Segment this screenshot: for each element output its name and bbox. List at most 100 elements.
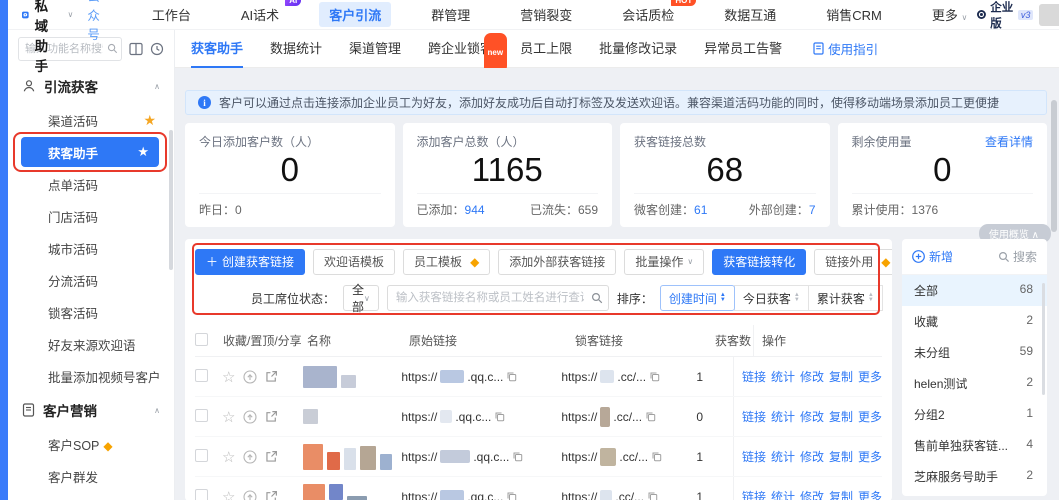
add-external-link-button[interactable]: 添加外部获客链接 bbox=[498, 249, 616, 275]
nav-sales-crm[interactable]: 销售CRM bbox=[816, 2, 892, 27]
favorite-star-icon[interactable]: ☆ bbox=[222, 408, 235, 426]
tab-data-statistics[interactable]: 数据统计 bbox=[270, 30, 322, 68]
action-copy[interactable]: 复制 bbox=[829, 408, 853, 425]
sidebar-scrollbar[interactable] bbox=[169, 130, 173, 270]
pin-top-icon[interactable] bbox=[243, 370, 257, 384]
row-checkbox[interactable] bbox=[195, 489, 208, 500]
tab-abnormal-staff-alert[interactable]: 异常员工告警 bbox=[704, 30, 782, 68]
group-item-presale[interactable]: 售前单独获客链...4 bbox=[902, 430, 1047, 461]
create-link-button[interactable]: ＋创建获客链接 bbox=[195, 249, 305, 275]
nav-more[interactable]: 更多 ∨ bbox=[922, 2, 978, 27]
avatar[interactable] bbox=[1039, 4, 1059, 26]
action-edit[interactable]: 修改 bbox=[800, 408, 824, 425]
tab-batch-modify-record[interactable]: 批量修改记录 bbox=[599, 30, 677, 68]
action-edit[interactable]: 修改 bbox=[800, 448, 824, 465]
group-item-all[interactable]: 全部68 bbox=[902, 275, 1047, 306]
sidebar-item-city-code[interactable]: 城市活码 bbox=[8, 232, 174, 264]
action-copy[interactable]: 复制 bbox=[829, 368, 853, 385]
view-details-link[interactable]: 查看详情 bbox=[985, 133, 1033, 150]
link-external-use-button[interactable]: 链接外用◆ bbox=[814, 249, 892, 275]
account-type-link[interactable]: 公众号 bbox=[87, 0, 100, 43]
pin-top-icon[interactable] bbox=[243, 410, 257, 424]
copy-icon[interactable] bbox=[506, 371, 517, 382]
action-copy[interactable]: 复制 bbox=[829, 488, 853, 500]
select-all-checkbox[interactable] bbox=[195, 333, 208, 346]
tab-cross-enterprise-lock[interactable]: 跨企业锁客new bbox=[428, 30, 493, 68]
tab-acquisition-assistant[interactable]: 获客助手 bbox=[191, 30, 243, 68]
tab-channel-management[interactable]: 渠道管理 bbox=[349, 30, 401, 68]
page-scrollbar[interactable] bbox=[1051, 100, 1057, 232]
copy-icon[interactable] bbox=[494, 411, 505, 422]
sort-today-acquired[interactable]: 今日获客▲▼ bbox=[734, 285, 809, 311]
action-link[interactable]: 链接 bbox=[742, 448, 766, 465]
sidebar-item-channel-code[interactable]: 渠道活码 ★ bbox=[8, 104, 174, 136]
sidebar-item-batch-video-customer[interactable]: 批量添加视频号客户 bbox=[8, 360, 174, 392]
brand[interactable]: 芝麻私域助手 ∨ bbox=[22, 0, 73, 75]
row-checkbox[interactable] bbox=[195, 409, 208, 422]
nav-data-interop[interactable]: 数据互通 bbox=[714, 2, 786, 27]
action-stats[interactable]: 统计 bbox=[771, 408, 795, 425]
action-edit[interactable]: 修改 bbox=[800, 488, 824, 500]
nav-workbench[interactable]: 工作台 bbox=[142, 2, 201, 27]
nav-customer-acquisition[interactable]: 客户引流 bbox=[319, 2, 391, 27]
action-edit[interactable]: 修改 bbox=[800, 368, 824, 385]
sidebar-item-split-code[interactable]: 分流活码 bbox=[8, 264, 174, 296]
groups-scrollbar[interactable] bbox=[1042, 283, 1045, 395]
share-icon[interactable] bbox=[265, 410, 278, 423]
action-link[interactable]: 链接 bbox=[742, 408, 766, 425]
action-more[interactable]: 更多 bbox=[858, 448, 882, 465]
action-stats[interactable]: 统计 bbox=[771, 448, 795, 465]
batch-operation-dropdown[interactable]: 批量操作∨ bbox=[624, 249, 704, 275]
sidebar-item-customer-sop[interactable]: 客户SOP◆ bbox=[8, 428, 174, 460]
row-checkbox[interactable] bbox=[195, 369, 208, 382]
action-more[interactable]: 更多 bbox=[858, 368, 882, 385]
action-link[interactable]: 链接 bbox=[742, 488, 766, 500]
group-item-favorites[interactable]: 收藏2 bbox=[902, 306, 1047, 337]
sidebar-item-per-customer-send[interactable]: 逐客群发 bbox=[8, 492, 174, 500]
favorite-star-icon[interactable]: ★ bbox=[137, 144, 149, 160]
favorite-star-icon[interactable]: ☆ bbox=[222, 448, 235, 466]
copy-icon[interactable] bbox=[647, 491, 658, 500]
link-search-input[interactable] bbox=[387, 285, 609, 311]
action-more[interactable]: 更多 bbox=[858, 408, 882, 425]
welcome-template-button[interactable]: 欢迎语模板 bbox=[313, 249, 395, 275]
favorite-star-icon[interactable]: ☆ bbox=[222, 368, 235, 386]
action-stats[interactable]: 统计 bbox=[771, 368, 795, 385]
copy-icon[interactable] bbox=[649, 371, 660, 382]
active-item-pill[interactable]: 获客助手 ★ bbox=[21, 137, 159, 167]
group-item-group2[interactable]: 分组21 bbox=[902, 399, 1047, 430]
action-link[interactable]: 链接 bbox=[742, 368, 766, 385]
sidebar-item-customer-mass-send[interactable]: 客户群发 bbox=[8, 460, 174, 492]
row-checkbox[interactable] bbox=[195, 449, 208, 462]
nav-ai-script[interactable]: AI话术AI bbox=[231, 2, 289, 27]
share-icon[interactable] bbox=[265, 450, 278, 463]
link-conversion-button[interactable]: 获客链接转化 bbox=[712, 249, 806, 275]
action-stats[interactable]: 统计 bbox=[771, 488, 795, 500]
favorite-star-icon[interactable]: ★ bbox=[143, 112, 156, 129]
pin-top-icon[interactable] bbox=[243, 450, 257, 464]
add-group-button[interactable]: 新增 bbox=[912, 248, 953, 265]
sidebar-item-store-code[interactable]: 门店活码 bbox=[8, 200, 174, 232]
share-icon[interactable] bbox=[265, 370, 278, 383]
sort-create-time[interactable]: 创建时间▲▼ bbox=[660, 285, 735, 311]
nav-group-management[interactable]: 群管理 bbox=[421, 2, 480, 27]
favorite-star-icon[interactable]: ☆ bbox=[222, 488, 235, 500]
copy-icon[interactable] bbox=[506, 491, 517, 500]
pin-top-icon[interactable] bbox=[243, 490, 257, 500]
seat-status-select[interactable]: 全部∨ bbox=[343, 285, 379, 311]
action-more[interactable]: 更多 bbox=[858, 488, 882, 500]
sidebar-item-order-code[interactable]: 点单活码 bbox=[8, 168, 174, 200]
usage-guide-link[interactable]: 使用指引 bbox=[813, 39, 878, 58]
group-item-ungrouped[interactable]: 未分组59 bbox=[902, 337, 1047, 368]
sidebar-item-acquisition-assistant[interactable]: 获客助手 ★ bbox=[8, 136, 174, 168]
sort-total-acquired[interactable]: 累计获客▲▼ bbox=[808, 285, 883, 311]
copy-icon[interactable] bbox=[645, 411, 656, 422]
nav-marketing-fission[interactable]: 营销裂变 bbox=[510, 2, 582, 27]
sidebar-item-lock-code[interactable]: 锁客活码 bbox=[8, 296, 174, 328]
copy-icon[interactable] bbox=[651, 451, 662, 462]
history-clock-icon[interactable] bbox=[150, 42, 164, 56]
group-item-helen-test[interactable]: helen测试2 bbox=[902, 368, 1047, 399]
tab-staff-limit[interactable]: 员工上限 bbox=[520, 30, 572, 68]
copy-icon[interactable] bbox=[512, 451, 523, 462]
group-item-sesame-service[interactable]: 芝麻服务号助手2 bbox=[902, 461, 1047, 492]
